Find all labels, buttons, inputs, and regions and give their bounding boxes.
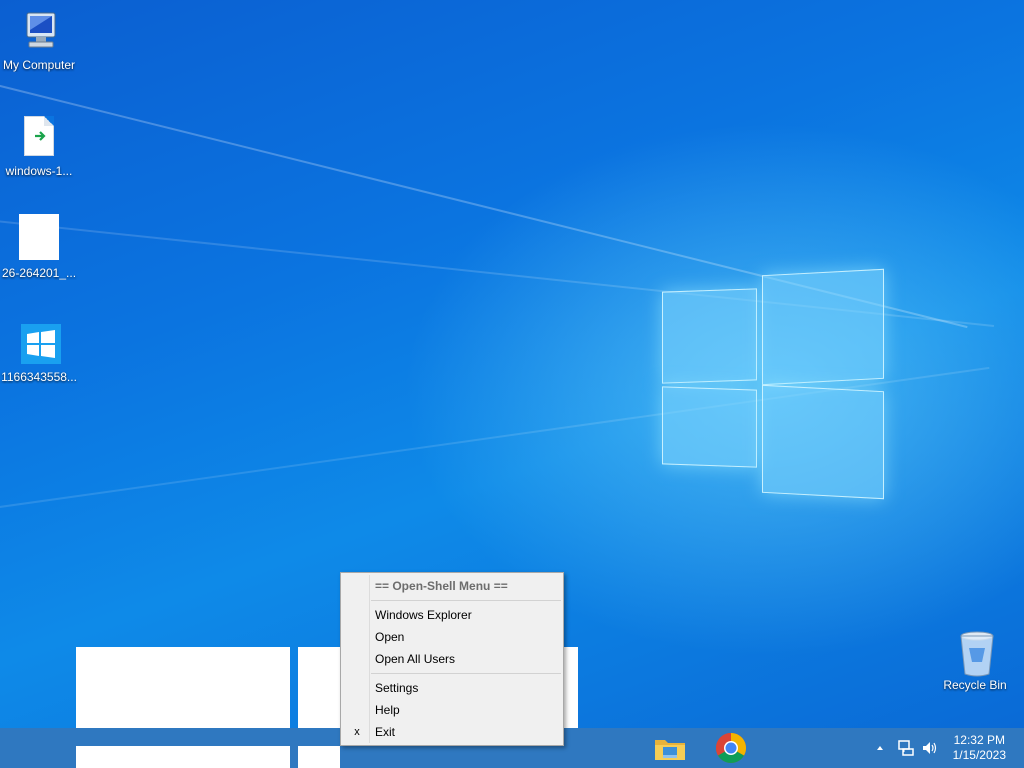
menu-item-settings[interactable]: Settings [343, 677, 561, 699]
desktop-icon-label: Recycle Bin [943, 678, 1007, 692]
start-tile[interactable] [298, 746, 340, 768]
taskbar-chrome-button[interactable] [714, 731, 750, 765]
desktop-icon-label: windows-1... [5, 164, 73, 178]
clock-date: 1/15/2023 [952, 748, 1006, 762]
desktop-icon-label: 1166343558... [1, 370, 77, 384]
start-tile[interactable] [76, 746, 290, 768]
desktop-icon-recycle-bin[interactable]: Recycle Bin [936, 630, 1014, 692]
taskbar-file-explorer-button[interactable] [652, 732, 690, 764]
menu-item-exit[interactable]: x Exit [343, 721, 561, 743]
open-shell-context-menu: == Open-Shell Menu == Windows Explorer O… [340, 572, 564, 746]
windows-wallpaper-logo [662, 268, 886, 500]
desktop-icon-label: My Computer [2, 58, 76, 72]
menu-item-label: Exit [375, 725, 396, 739]
desktop-icon-windows-file[interactable]: windows-1... [0, 116, 78, 178]
file-explorer-icon [655, 740, 685, 760]
recycle-bin-icon [955, 630, 995, 677]
menu-item-open-all-users[interactable]: Open All Users [343, 648, 561, 670]
menu-item-windows-explorer[interactable]: Windows Explorer [343, 604, 561, 626]
menu-item-label: Settings [375, 681, 419, 695]
menu-item-label: Open [375, 630, 405, 644]
clock-time: 12:32 PM [953, 733, 1005, 747]
menu-item-label: Help [375, 703, 400, 717]
menu-item-open[interactable]: Open [343, 626, 561, 648]
file-icon [19, 116, 59, 160]
desktop-icon-label: 26-264201_... [1, 266, 77, 280]
menu-header: == Open-Shell Menu == [343, 575, 561, 597]
desktop-icon-windows-image[interactable]: 1166343558... [0, 322, 78, 384]
desktop-icon-image-file[interactable]: 26-264201_... [0, 214, 78, 280]
windows-logo-icon [19, 322, 61, 366]
computer-icon [19, 10, 59, 54]
menu-item-label: Windows Explorer [375, 608, 472, 622]
chrome-icon [715, 733, 747, 764]
menu-item-help[interactable]: Help [343, 699, 561, 721]
network-icon[interactable] [896, 739, 916, 757]
system-clock[interactable]: 12:32 PM 1/15/2023 [953, 733, 1006, 763]
volume-icon[interactable] [920, 739, 940, 757]
blank-file-icon [19, 214, 59, 262]
desktop-icon-my-computer[interactable]: My Computer [0, 10, 78, 72]
menu-item-label: Open All Users [375, 652, 456, 666]
menu-separator [371, 600, 561, 601]
menu-item-mark: x [354, 726, 360, 738]
start-tile[interactable] [76, 647, 290, 728]
menu-header-label: == Open-Shell Menu == [375, 579, 508, 593]
show-hidden-icons-chevron[interactable] [874, 742, 886, 754]
menu-separator [371, 673, 561, 674]
